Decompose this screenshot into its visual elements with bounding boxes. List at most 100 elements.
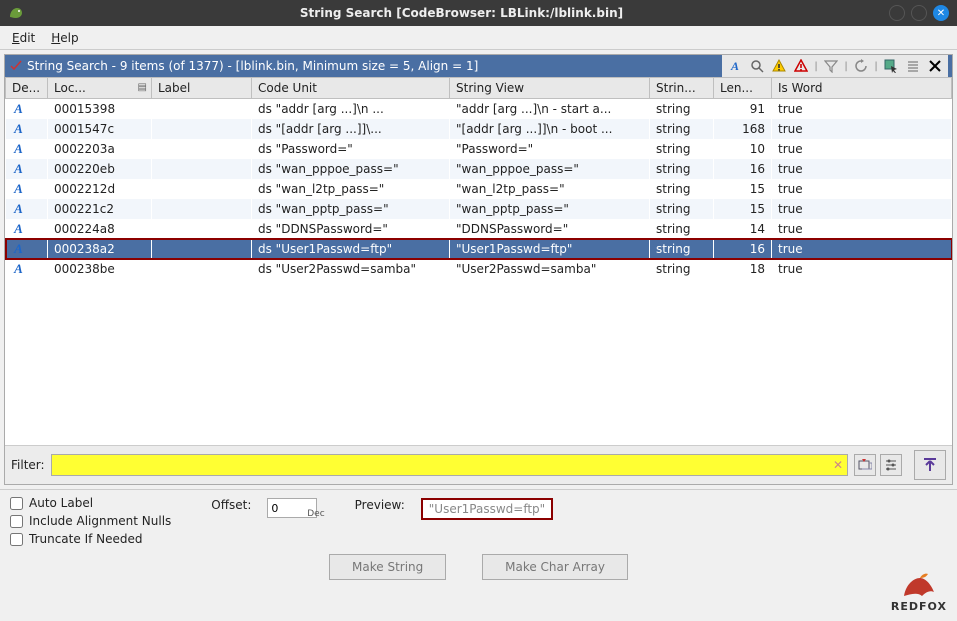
col-length[interactable]: Len... xyxy=(714,78,772,99)
list-tool[interactable] xyxy=(903,57,923,75)
defined-a-icon: A xyxy=(12,221,26,237)
refresh-tool[interactable] xyxy=(851,57,871,75)
table-row[interactable]: A000221c2ds "wan_pptp_pass=""wan_pptp_pa… xyxy=(6,199,952,219)
filter-bar: Filter: ✕ xyxy=(5,445,952,484)
is-word-cell: true xyxy=(772,179,952,199)
length-cell: 15 xyxy=(714,179,772,199)
make-string-button[interactable]: Make String xyxy=(329,554,446,580)
menu-edit[interactable]: Edit xyxy=(6,29,41,47)
string-view-cell: "wan_pptp_pass=" xyxy=(450,199,650,219)
code-unit-cell: ds "Password=" xyxy=(252,139,450,159)
defined-a-icon: A xyxy=(12,101,26,117)
col-defined[interactable]: De... xyxy=(6,78,48,99)
filter-settings-button[interactable] xyxy=(880,454,902,476)
defined-a-icon: A xyxy=(12,201,26,217)
scroll-top-button[interactable] xyxy=(914,450,946,480)
window-maximize-button[interactable] xyxy=(911,5,927,21)
defined-a-icon: A xyxy=(12,161,26,177)
title-bar: String Search [CodeBrowser: LBLink:/lbli… xyxy=(0,0,957,26)
panel-title: String Search - 9 items (of 1377) - [lbl… xyxy=(27,59,722,73)
length-cell: 10 xyxy=(714,139,772,159)
toolbar-separator: | xyxy=(813,57,819,75)
defined-cell: A xyxy=(6,199,48,219)
search-tool[interactable] xyxy=(747,57,767,75)
is-word-cell: true xyxy=(772,199,952,219)
code-unit-cell: ds "DDNSPassword=" xyxy=(252,219,450,239)
length-cell: 168 xyxy=(714,119,772,139)
string-type-cell: string xyxy=(650,219,714,239)
panel-close-button[interactable] xyxy=(925,57,945,75)
location-cell: 0002212d xyxy=(48,179,152,199)
string-type-cell: string xyxy=(650,139,714,159)
results-table-wrap[interactable]: De... Loc...▤ Label Code Unit String Vie… xyxy=(5,77,952,445)
string-view-cell: "wan_l2tp_pass=" xyxy=(450,179,650,199)
menu-help[interactable]: Help xyxy=(45,29,84,47)
truncate-checkbox[interactable]: Truncate If Needed xyxy=(10,532,171,546)
defined-cell: A xyxy=(6,259,48,279)
defined-cell: A xyxy=(6,179,48,199)
code-unit-cell: ds "User1Passwd=ftp" xyxy=(252,239,450,259)
filter-funnel-tool[interactable] xyxy=(821,57,841,75)
window-title: String Search [CodeBrowser: LBLink:/lbli… xyxy=(34,6,889,20)
window-close-button[interactable]: ✕ xyxy=(933,5,949,21)
preview-value: "User1Passwd=ftp" xyxy=(421,498,553,520)
toolbar-separator: | xyxy=(843,57,849,75)
table-row[interactable]: A0002203ads "Password=""Password="string… xyxy=(6,139,952,159)
ghidra-icon xyxy=(8,5,24,21)
code-unit-cell: ds "wan_l2tp_pass=" xyxy=(252,179,450,199)
string-type-cell: string xyxy=(650,159,714,179)
warn-red-tool[interactable] xyxy=(791,57,811,75)
button-row: Make String Make Char Array xyxy=(0,550,957,584)
preview-label: Preview: xyxy=(355,498,405,512)
panel-toolbar: A | | | xyxy=(722,55,948,77)
string-type-cell: string xyxy=(650,179,714,199)
col-code-unit[interactable]: Code Unit xyxy=(252,78,450,99)
select-tool[interactable] xyxy=(881,57,901,75)
string-type-cell: string xyxy=(650,119,714,139)
is-word-cell: true xyxy=(772,119,952,139)
label-cell xyxy=(152,199,252,219)
defined-a-icon: A xyxy=(12,241,26,257)
redfox-logo: REDFOX xyxy=(891,572,947,613)
defined-a-icon: A xyxy=(12,121,26,137)
location-cell: 0002203a xyxy=(48,139,152,159)
string-type-cell: string xyxy=(650,199,714,219)
length-cell: 15 xyxy=(714,199,772,219)
is-word-cell: true xyxy=(772,159,952,179)
table-row[interactable]: A000238a2ds "User1Passwd=ftp""User1Passw… xyxy=(6,239,952,259)
offset-mode: Dec xyxy=(307,509,324,519)
clear-filter-icon[interactable]: ✕ xyxy=(833,458,843,472)
location-cell: 0001547c xyxy=(48,119,152,139)
table-row[interactable]: A000220ebds "wan_pppoe_pass=""wan_pppoe_… xyxy=(6,159,952,179)
table-row[interactable]: A0001547cds "[addr [arg ...]]\..."[addr … xyxy=(6,119,952,139)
window-minimize-button[interactable] xyxy=(889,5,905,21)
filter-input[interactable]: ✕ xyxy=(51,454,848,476)
filter-history-button[interactable] xyxy=(854,454,876,476)
font-a-tool[interactable]: A xyxy=(725,57,745,75)
col-string-view[interactable]: String View xyxy=(450,78,650,99)
label-cell xyxy=(152,159,252,179)
table-row[interactable]: A00015398ds "addr [arg ...]\n ..."addr [… xyxy=(6,99,952,120)
string-search-panel: String Search - 9 items (of 1377) - [lbl… xyxy=(4,54,953,485)
code-unit-cell: ds "User2Passwd=samba" xyxy=(252,259,450,279)
make-char-array-button[interactable]: Make Char Array xyxy=(482,554,628,580)
label-cell xyxy=(152,119,252,139)
string-type-cell: string xyxy=(650,259,714,279)
table-row[interactable]: A0002212d ds "wan_l2tp_pass=""wan_l2tp_pa… xyxy=(6,179,952,199)
toolbar-separator: | xyxy=(873,57,879,75)
table-row[interactable]: A000224a8ds "DDNSPassword=""DDNSPassword… xyxy=(6,219,952,239)
location-cell: 00015398 xyxy=(48,99,152,120)
col-label[interactable]: Label xyxy=(152,78,252,99)
location-cell: 000221c2 xyxy=(48,199,152,219)
col-string-type[interactable]: Strin... xyxy=(650,78,714,99)
warn-yellow-tool[interactable] xyxy=(769,57,789,75)
table-row[interactable]: A000238beds "User2Passwd=samba""User2Pas… xyxy=(6,259,952,279)
col-location[interactable]: Loc...▤ xyxy=(48,78,152,99)
auto-label-checkbox[interactable]: Auto Label xyxy=(10,496,171,510)
col-is-word[interactable]: Is Word xyxy=(772,78,952,99)
label-cell xyxy=(152,219,252,239)
is-word-cell: true xyxy=(772,99,952,120)
panel-icon xyxy=(9,59,23,73)
include-nulls-checkbox[interactable]: Include Alignment Nulls xyxy=(10,514,171,528)
filter-label: Filter: xyxy=(11,458,45,472)
